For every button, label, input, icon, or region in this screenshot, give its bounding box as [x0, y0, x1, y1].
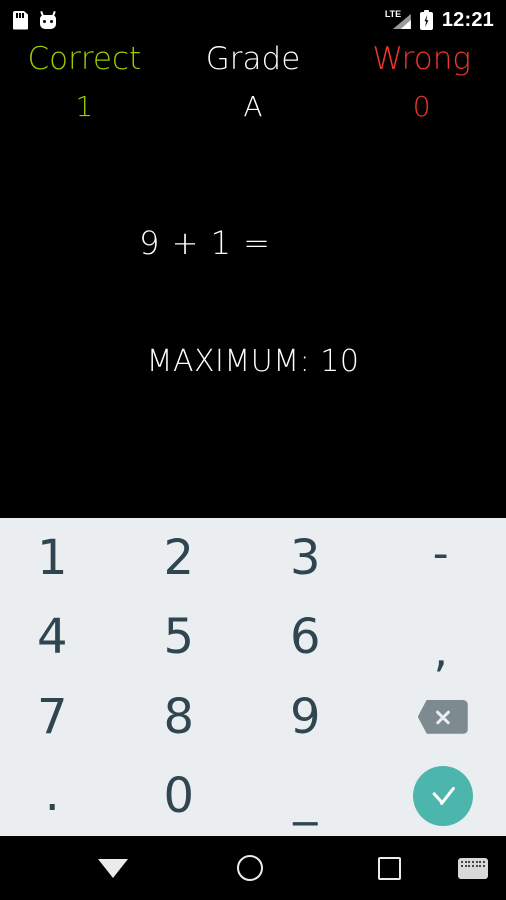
recents-icon — [378, 856, 401, 880]
wrong-counter: Wrong 0 — [337, 42, 506, 162]
key-enter[interactable] — [380, 757, 506, 837]
home-button[interactable] — [237, 855, 263, 881]
key-9[interactable]: 9 — [253, 677, 380, 757]
key-3[interactable]: 3 — [253, 518, 380, 598]
grade-label: Grade — [205, 41, 301, 77]
maximum-text: MAXIMUM: 10 — [146, 344, 360, 379]
status-bar: LTE 12:21 — [0, 0, 506, 40]
key-underscore[interactable]: _ — [253, 757, 380, 837]
correct-counter: Correct 1 — [0, 42, 169, 162]
battery-charging-icon — [419, 10, 433, 30]
wrong-label: Wrong — [372, 41, 471, 77]
key-2[interactable]: 2 — [127, 518, 254, 598]
key-6[interactable]: 6 — [253, 598, 380, 678]
correct-value: 1 — [75, 90, 94, 124]
grade-display: Grade A — [169, 42, 338, 162]
checkmark-icon — [412, 766, 473, 827]
grade-value: A — [243, 90, 263, 124]
status-bar-clock: 12:21 — [441, 9, 494, 31]
recents-button[interactable] — [378, 856, 401, 880]
key-7[interactable]: 7 — [0, 677, 127, 757]
status-bar-right-icons: LTE 12:21 — [385, 10, 506, 30]
home-icon — [237, 855, 263, 881]
phone-screen: LTE 12:21 Correct 1 Grade A Wrong 0 9 + … — [0, 0, 506, 900]
equation-text: 9 + 1 = — [139, 224, 271, 262]
navigation-bar — [0, 836, 506, 900]
wrong-value: 0 — [412, 90, 431, 124]
key-5[interactable]: 5 — [127, 598, 254, 678]
key-minus[interactable]: - — [380, 518, 506, 598]
key-comma[interactable]: , — [380, 598, 506, 677]
key-4[interactable]: 4 — [0, 598, 127, 678]
status-bar-left-icons — [0, 10, 57, 30]
hide-keyboard-icon — [98, 858, 128, 878]
robot-icon — [39, 10, 57, 30]
hide-keyboard-button[interactable] — [98, 858, 128, 878]
key-8[interactable]: 8 — [127, 677, 254, 757]
sd-card-icon — [13, 10, 28, 30]
key-0[interactable]: 0 — [127, 757, 254, 837]
problem-area: 9 + 1 = MAXIMUM: 10 — [0, 162, 506, 518]
numeric-keypad: 1 2 3 - 4 5 6 , 7 8 9 . 0 _ — [0, 518, 506, 836]
keyboard-switcher-button[interactable] — [458, 857, 488, 879]
keyboard-switcher-icon — [458, 857, 488, 879]
key-backspace[interactable] — [380, 677, 506, 757]
lte-signal-icon: LTE — [385, 10, 411, 30]
correct-label: Correct — [27, 41, 142, 77]
backspace-icon — [417, 699, 468, 734]
key-period[interactable]: . — [0, 757, 127, 837]
score-header: Correct 1 Grade A Wrong 0 — [0, 42, 506, 162]
key-1[interactable]: 1 — [0, 518, 127, 598]
